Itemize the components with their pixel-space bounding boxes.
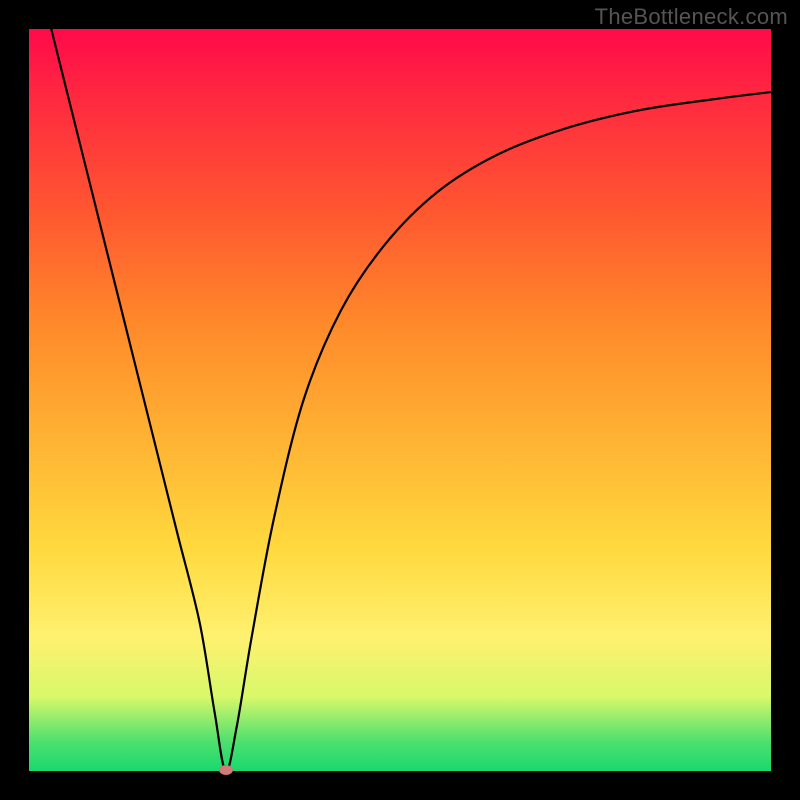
watermark-text: TheBottleneck.com: [595, 4, 788, 30]
bottleneck-curve: [29, 29, 771, 771]
minimum-marker: [219, 765, 233, 775]
plot-area: [29, 29, 771, 771]
chart-frame: TheBottleneck.com: [0, 0, 800, 800]
